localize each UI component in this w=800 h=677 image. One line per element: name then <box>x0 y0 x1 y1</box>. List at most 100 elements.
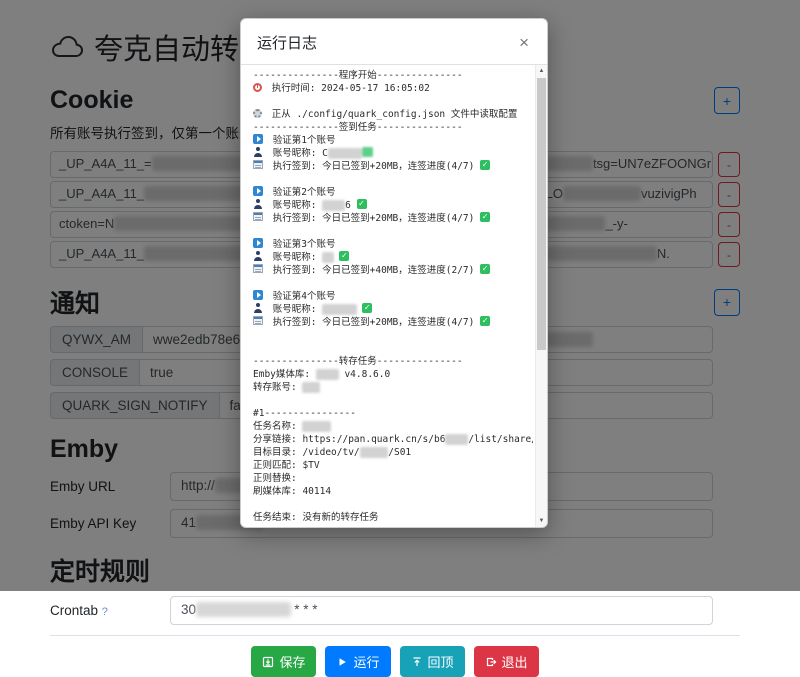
redacted-text: xxx <box>302 382 319 393</box>
run-button[interactable]: 运行 <box>325 646 390 677</box>
log-line: 执行时间: 2024-05-17 16:05:02 <box>253 82 533 95</box>
log-line <box>253 498 533 511</box>
text: 刷媒体库: 40114 <box>253 486 331 497</box>
footer-toolbar: 保存 运行 回顶 退出 <box>50 635 740 677</box>
log-line <box>253 173 533 186</box>
scrollbar-up-arrow-icon[interactable]: ▲ <box>536 65 547 77</box>
back-to-top-button[interactable]: 回顶 <box>400 646 465 677</box>
check-icon <box>480 212 490 222</box>
cron-label: Crontab ? <box>50 603 170 618</box>
log-line: ---------------签到任务--------------- <box>253 121 533 134</box>
redacted-text: xx <box>322 252 333 263</box>
log-line: 执行签到: 今日已签到+20MB，连签进度(4/7) <box>253 160 533 173</box>
text: 转存账号: <box>253 382 302 393</box>
log-line: 账号昵称: xx <box>253 251 533 264</box>
log-line <box>253 225 533 238</box>
log-line: #1---------------- <box>253 407 533 420</box>
text: 正则替换: <box>253 473 297 484</box>
log-line: ---------------程序开始--------------- <box>253 69 533 82</box>
arrow-bar-up-icon <box>411 656 423 668</box>
text: 验证第2个账号 <box>267 187 335 198</box>
text: 30 <box>181 602 196 617</box>
calendar-icon <box>253 212 263 221</box>
save-icon <box>262 656 274 668</box>
check-icon <box>362 303 372 313</box>
text: /S01 <box>388 447 411 458</box>
play-icon <box>253 134 263 144</box>
run-log-modal: 运行日志 × ---------------程序开始--------------… <box>240 18 548 528</box>
cron-row: Crontab ? 30xxxxxxxxxxxxxx * * * <box>50 596 713 625</box>
log-line: 账号昵称: xxxxxx <box>253 303 533 316</box>
redacted-text: xxxxxxxxxxxxxx <box>196 602 291 617</box>
play-icon <box>253 238 263 248</box>
calendar-icon <box>253 264 263 273</box>
text: 执行时间: 2024-05-17 16:05:02 <box>266 83 430 94</box>
text: /list/share/9 <box>468 434 533 445</box>
log-line: 刷媒体库: 40114 <box>253 485 533 498</box>
check-icon <box>357 199 367 209</box>
text: 正则匹配: $TV <box>253 460 320 471</box>
modal-body: ---------------程序开始--------------- 执行时间:… <box>241 65 547 527</box>
blob-icon <box>362 147 373 157</box>
text: 任务名称: <box>253 421 302 432</box>
save-button[interactable]: 保存 <box>251 646 316 677</box>
check-icon <box>480 316 490 326</box>
log-line: 执行签到: 今日已签到+40MB，连签进度(2/7) <box>253 264 533 277</box>
text: 正从 ./config/quark_config.json 文件中读取配置 <box>266 109 517 120</box>
log-line: 正从 ./config/quark_config.json 文件中读取配置 <box>253 108 533 121</box>
cron-input[interactable]: 30xxxxxxxxxxxxxx * * * <box>170 596 713 625</box>
text: 执行签到: 今日已签到+20MB，连签进度(4/7) <box>267 161 480 172</box>
log-line: 正则匹配: $TV <box>253 459 533 472</box>
log-line: 目标目录: /video/tv/xxxxx/S01 <box>253 446 533 459</box>
alarm-icon <box>253 83 262 92</box>
modal-header: 运行日志 × <box>241 19 547 65</box>
back-to-top-button-label: 回顶 <box>428 652 454 671</box>
exit-button[interactable]: 退出 <box>474 646 539 677</box>
modal-title: 运行日志 <box>257 32 317 53</box>
log-line <box>253 329 533 342</box>
play-icon <box>253 186 263 196</box>
log-line: 账号昵称: Cxxxxxx <box>253 147 533 160</box>
log-line <box>253 277 533 290</box>
text: 账号昵称: <box>267 200 322 211</box>
text: 账号昵称: <box>267 252 322 263</box>
run-button-label: 运行 <box>353 652 379 671</box>
text: ---------------签到任务--------------- <box>253 122 463 133</box>
log-line: 任务名称: xxxxx <box>253 420 533 433</box>
log-line <box>253 95 533 108</box>
log-line: 分享链接: https://pan.quark.cn/s/b6xxxx/list… <box>253 433 533 446</box>
user-icon <box>253 303 263 313</box>
text: 账号昵称: <box>267 304 322 315</box>
log-line: 任务结束: 没有新的转存任务 <box>253 511 533 524</box>
log-line: 账号昵称: xxxx6 <box>253 199 533 212</box>
text: 执行签到: 今日已签到+20MB，连签进度(4/7) <box>267 213 480 224</box>
user-icon <box>253 251 263 261</box>
log-line: 验证第3个账号 <box>253 238 533 251</box>
log-scrollbar[interactable]: ▲ ▼ <box>535 65 547 527</box>
redacted-text: xxxxxx <box>322 304 356 315</box>
log-line: Emby媒体库: xxxx v4.8.6.0 <box>253 368 533 381</box>
redacted-text: xxxxx <box>360 447 389 458</box>
user-icon <box>253 199 263 209</box>
scrollbar-down-arrow-icon[interactable]: ▼ <box>536 515 547 527</box>
log-line: 正则替换: <box>253 472 533 485</box>
scrollbar-thumb[interactable] <box>537 78 546 350</box>
cron-help-link[interactable]: ? <box>102 606 108 618</box>
redacted-text: xxxx <box>322 200 345 211</box>
calendar-icon <box>253 316 263 325</box>
text: 验证第3个账号 <box>267 239 335 250</box>
text: 目标目录: /video/tv/ <box>253 447 360 458</box>
log-line: ---------------转存任务--------------- <box>253 355 533 368</box>
log-line: 验证第1个账号 <box>253 134 533 147</box>
redacted-text: xxxxx <box>302 421 331 432</box>
redacted-text: xxxxxx <box>328 148 362 159</box>
play-icon <box>336 656 348 668</box>
log-line: 执行签到: 今日已签到+20MB，连签进度(4/7) <box>253 212 533 225</box>
text: 分享链接: https://pan.quark.cn/s/b6 <box>253 434 445 445</box>
text: 执行签到: 今日已签到+20MB，连签进度(4/7) <box>267 317 480 328</box>
text: 任务结束: 没有新的转存任务 <box>253 512 378 523</box>
text: * * * <box>291 602 318 617</box>
log-body: ---------------程序开始--------------- 执行时间:… <box>253 69 533 525</box>
close-icon[interactable]: × <box>517 34 531 51</box>
gear-icon <box>253 109 262 118</box>
